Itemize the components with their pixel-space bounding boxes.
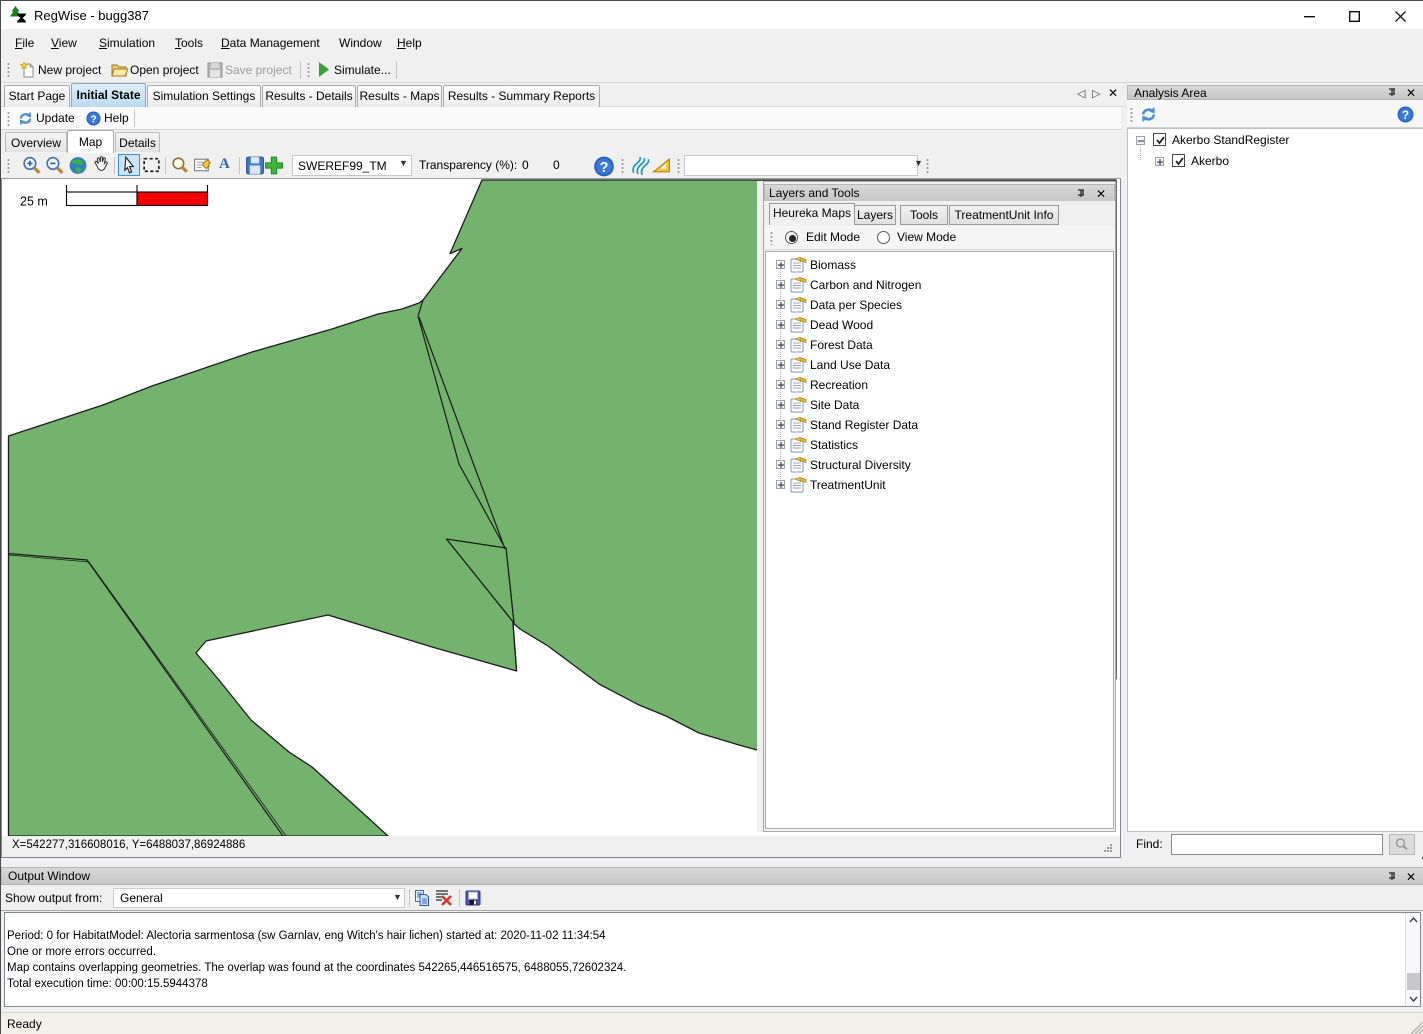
svg-text:?: ? xyxy=(600,160,609,176)
svg-text:?: ? xyxy=(90,114,96,125)
svg-text:?: ? xyxy=(1402,109,1409,122)
svg-text:25 m: 25 m xyxy=(20,195,48,209)
